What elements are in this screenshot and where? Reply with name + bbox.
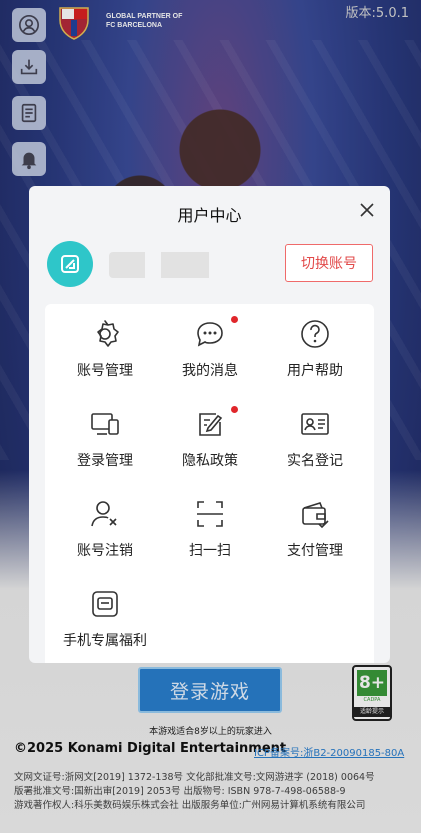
devices-icon: [91, 413, 119, 435]
wallet-icon: [302, 502, 329, 529]
gear-icon: [97, 320, 119, 347]
real-name-registration-item[interactable]: 实名登记: [260, 394, 370, 474]
avatar: [47, 241, 93, 287]
scan-item[interactable]: 扫一扫: [155, 484, 265, 564]
login-management-item[interactable]: 登录管理: [50, 394, 160, 474]
user-remove-icon: [91, 501, 117, 527]
mobile-benefits-item[interactable]: 手机专属福利: [50, 574, 160, 654]
close-button[interactable]: [357, 200, 377, 220]
function-grid: 账号管理 我的消息 用户帮助 登录管理 隐私政策 实名登记 账号注销 扫一扫 支…: [45, 304, 374, 663]
phone-gift-icon: [92, 591, 118, 617]
help-circle-icon: [301, 320, 329, 348]
chat-bubble-icon: [197, 322, 223, 347]
scan-icon: [197, 501, 223, 527]
close-icon: [360, 203, 374, 217]
id-card-icon: [301, 413, 329, 435]
dialog-title: 用户中心: [177, 206, 242, 225]
unread-badge: [231, 316, 238, 323]
account-cancellation-item[interactable]: 账号注销: [50, 484, 160, 564]
edit-document-icon: [199, 413, 223, 436]
unread-badge: [231, 406, 238, 413]
switch-account-button[interactable]: 切换账号: [285, 244, 373, 282]
user-help-item[interactable]: 用户帮助: [260, 304, 370, 384]
my-messages-item[interactable]: 我的消息: [155, 304, 265, 384]
account-logo-icon: [61, 255, 79, 273]
payment-management-item[interactable]: 支付管理: [260, 484, 370, 564]
privacy-policy-item[interactable]: 隐私政策: [155, 394, 265, 474]
username-redacted: [109, 252, 221, 278]
account-management-item[interactable]: 账号管理: [50, 304, 160, 384]
user-center-dialog: 用户中心 切换账号 账号管理 我的消息 用户帮助 登录管理 隐私政策 实名登记 …: [29, 186, 390, 663]
